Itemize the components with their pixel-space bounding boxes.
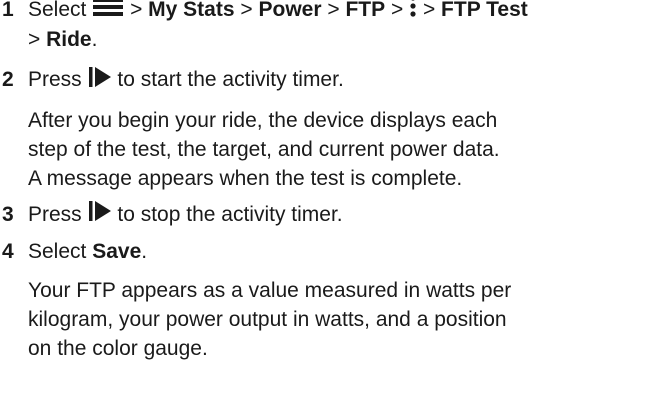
step-2: 2 Press to start the activity timer. Aft… [0,65,651,192]
more-vertical-icon [409,0,417,25]
step-3-line: Press to stop the activity timer. [28,200,651,230]
period: . [91,28,98,52]
step-2-info: After you begin your ride, the device di… [28,106,651,193]
info-line: on the color gauge. [28,337,208,361]
step-number: 1 [2,0,14,21]
crumb-power: Power [258,0,322,21]
info-line: kilogram, your power output in watts, an… [28,308,507,332]
step-number: 4 [2,240,14,264]
step-1-line-2: > Ride. [28,25,651,54]
menu-icon [92,0,124,25]
info-line: Your FTP appears as a value measured in … [28,279,512,303]
info-line: A message appears when the test is compl… [28,166,463,190]
step-2-line: Press to start the activity timer. [28,65,651,95]
start-stop-icon [88,200,112,230]
instruction-steps: 1 Select > My Stats > Power > FTP > > FT… [0,0,651,363]
separator: > [240,0,253,21]
select-word: Select [28,240,87,264]
separator: > [327,0,340,21]
crumb-ftp-test: FTP Test [441,0,528,21]
separator: > [130,0,143,21]
crumb-my-stats: My Stats [148,0,235,21]
start-stop-icon [88,66,112,96]
crumb-ftp: FTP [345,0,386,21]
info-line: After you begin your ride, the device di… [28,108,498,132]
step-number: 3 [2,202,14,226]
step-4-info: Your FTP appears as a value measured in … [28,276,651,363]
step-4: 4 Select Save. Your FTP appears as a val… [0,237,651,363]
separator: > [28,28,41,52]
step-4-line: Select Save. [28,237,651,266]
step-3-text: to stop the activity timer. [117,202,343,226]
press-word: Press [28,68,82,92]
step-number: 2 [2,68,14,92]
step-2-text: to start the activity timer. [117,68,344,92]
period: . [141,240,148,264]
press-word: Press [28,202,82,226]
step-1-line-1: Select > My Stats > Power > FTP > > FTP … [28,0,651,25]
step-1: 1 Select > My Stats > Power > FTP > > FT… [0,0,651,54]
separator: > [390,0,404,21]
select-word: Select [28,0,87,21]
separator: > [422,0,436,21]
step-3: 3 Press to stop the activity timer. [0,200,651,230]
save-label: Save [92,240,142,264]
crumb-ride: Ride [46,28,92,52]
info-line: step of the test, the target, and curren… [28,137,500,161]
